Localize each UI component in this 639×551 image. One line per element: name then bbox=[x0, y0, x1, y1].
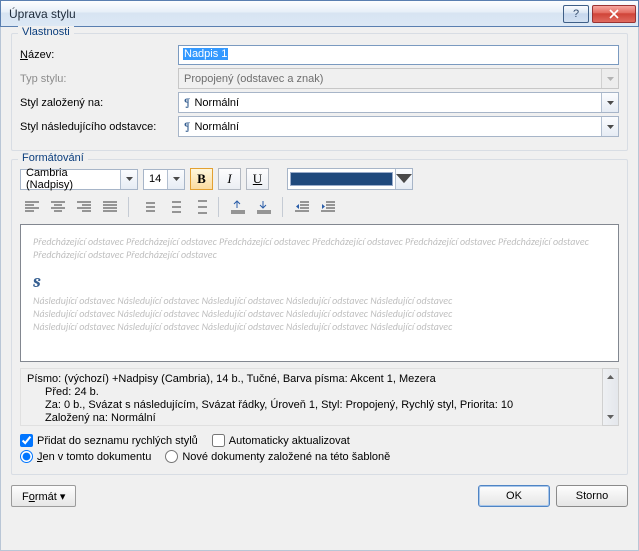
chevron-down-icon bbox=[601, 69, 618, 88]
preview-before-text: Předcházející odstavec Předcházející ods… bbox=[33, 235, 606, 261]
cancel-button[interactable]: Storno bbox=[556, 485, 628, 507]
line-spacing-15-button[interactable] bbox=[162, 196, 185, 218]
scroll-down-icon[interactable] bbox=[603, 409, 618, 425]
formatting-legend: Formátování bbox=[18, 152, 88, 164]
preview-area: Předcházející odstavec Předcházející ods… bbox=[20, 224, 619, 362]
font-color-combo[interactable] bbox=[287, 168, 413, 190]
help-button[interactable]: ? bbox=[563, 5, 589, 23]
based-on-label: Styl založený na: bbox=[20, 97, 170, 109]
bold-button[interactable]: B bbox=[190, 168, 213, 190]
description-line: Za: 0 b., Svázat s následujícím, Svázat … bbox=[27, 399, 596, 412]
align-right-button[interactable] bbox=[72, 196, 95, 218]
close-button[interactable] bbox=[592, 5, 636, 23]
preview-after-text: Následující odstavec Následující odstave… bbox=[33, 294, 606, 307]
properties-legend: Vlastnosti bbox=[18, 26, 74, 38]
description-line: Před: 24 b. bbox=[27, 386, 596, 399]
window-title: Úprava stylu bbox=[9, 7, 563, 21]
space-before-inc-button[interactable] bbox=[226, 196, 249, 218]
formatting-group: Formátování Cambria (Nadpisy) 14 B I U bbox=[11, 159, 628, 475]
description-scrollbar[interactable] bbox=[602, 368, 619, 426]
indent-increase-button[interactable] bbox=[316, 196, 339, 218]
titlebar: Úprava stylu ? bbox=[0, 0, 639, 27]
align-left-button[interactable] bbox=[20, 196, 43, 218]
preview-sample-text: s bbox=[33, 275, 606, 288]
quick-styles-checkbox[interactable]: Přidat do seznamu rychlých stylů bbox=[20, 434, 198, 447]
description-line: Písmo: (výchozí) +Nadpisy (Cambria), 14 … bbox=[27, 373, 596, 386]
following-style-combo[interactable]: ¶Normální bbox=[178, 116, 619, 137]
auto-update-checkbox[interactable]: Automaticky aktualizovat bbox=[212, 434, 350, 447]
following-style-label: Styl následujícího odstavce: bbox=[20, 121, 170, 133]
chevron-down-icon[interactable] bbox=[601, 117, 618, 136]
description-line: Založený na: Normální bbox=[27, 412, 596, 425]
align-justify-button[interactable] bbox=[98, 196, 121, 218]
scroll-up-icon[interactable] bbox=[603, 369, 618, 385]
properties-group: Vlastnosti Název: Nadpis 1 Typ stylu: Pr… bbox=[11, 33, 628, 151]
name-label: Název: bbox=[20, 49, 170, 61]
preview-after-text: Následující odstavec Následující odstave… bbox=[33, 307, 606, 320]
only-this-doc-radio[interactable]: Jen v tomto dokumentu bbox=[20, 450, 151, 463]
line-spacing-1-button[interactable] bbox=[136, 196, 159, 218]
preview-after-text: Následující odstavec Následující odstave… bbox=[33, 320, 606, 333]
italic-button[interactable]: I bbox=[218, 168, 241, 190]
new-template-radio[interactable]: Nové dokumenty založené na této šabloně bbox=[165, 450, 390, 463]
chevron-down-icon[interactable] bbox=[395, 169, 412, 189]
description-area: Písmo: (výchozí) +Nadpisy (Cambria), 14 … bbox=[20, 368, 619, 426]
space-before-dec-button[interactable] bbox=[252, 196, 275, 218]
chevron-down-icon[interactable] bbox=[167, 170, 184, 189]
indent-decrease-button[interactable] bbox=[290, 196, 313, 218]
based-on-combo[interactable]: ¶Normální bbox=[178, 92, 619, 113]
underline-button[interactable]: U bbox=[246, 168, 269, 190]
align-center-button[interactable] bbox=[46, 196, 69, 218]
format-menu-button[interactable]: Formát ▾ bbox=[11, 485, 76, 507]
font-combo[interactable]: Cambria (Nadpisy) bbox=[20, 169, 138, 190]
chevron-down-icon[interactable] bbox=[601, 93, 618, 112]
size-combo[interactable]: 14 bbox=[143, 169, 185, 190]
type-label: Typ stylu: bbox=[20, 73, 170, 85]
chevron-down-icon[interactable] bbox=[120, 170, 137, 189]
type-combo: Propojený (odstavec a znak) bbox=[178, 68, 619, 89]
color-swatch bbox=[290, 172, 393, 186]
name-input[interactable]: Nadpis 1 bbox=[178, 45, 619, 65]
ok-button[interactable]: OK bbox=[478, 485, 550, 507]
line-spacing-2-button[interactable] bbox=[188, 196, 211, 218]
